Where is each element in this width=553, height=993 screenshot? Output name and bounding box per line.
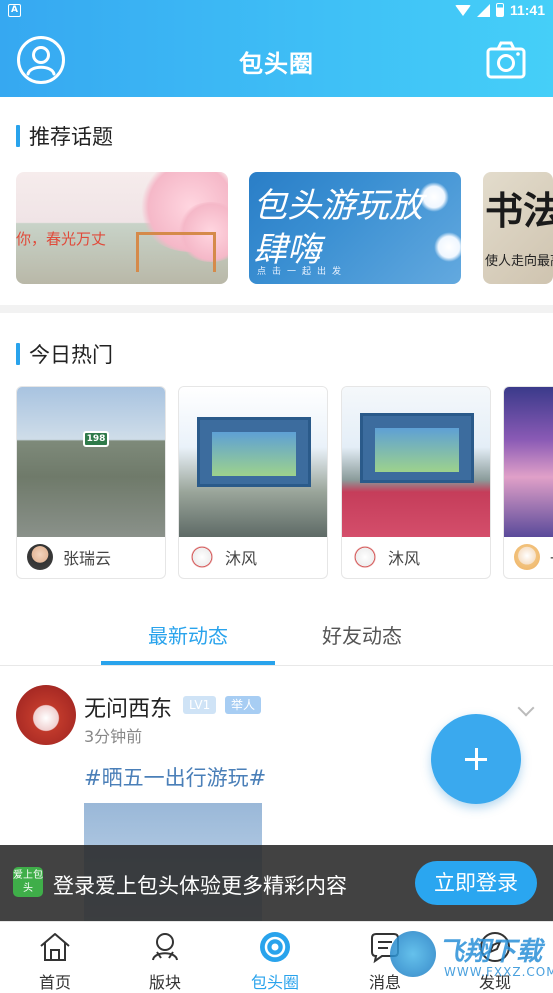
notification-icon: A xyxy=(8,4,21,17)
section-icon xyxy=(152,933,178,961)
post-time: 3分钟前 xyxy=(84,727,143,746)
status-time: 11:41 xyxy=(509,2,545,18)
topic-card-calligraphy[interactable]: 书法 使人走向最高 xyxy=(483,172,553,284)
app-logo: 爱上包头 xyxy=(13,867,43,897)
section-marker xyxy=(16,125,20,147)
page-title: 包头圈 xyxy=(239,50,314,78)
hot-card-user: 沐风 xyxy=(388,549,421,568)
post-author-name[interactable]: 无问西东 xyxy=(84,691,172,723)
circle-icon xyxy=(260,932,290,962)
topic-card-travel[interactable]: 包头游玩放肆嗨 点击一起出发 xyxy=(249,172,461,284)
playground-decoration xyxy=(136,232,216,272)
tab-friends[interactable]: 好友动态 xyxy=(275,620,449,649)
nav-label: 包头圈 xyxy=(250,973,299,992)
login-banner: 爱上包头 登录爱上包头体验更多精彩内容 立即登录 xyxy=(0,845,553,921)
battery-icon xyxy=(495,3,504,17)
level-badge: LV1 xyxy=(183,696,217,714)
signal-icon xyxy=(476,3,490,17)
topic-card-spring[interactable]: 你，春光万丈 xyxy=(16,172,228,284)
billboard-decoration xyxy=(197,417,311,487)
wifi-icon xyxy=(454,4,471,16)
hot-card-image xyxy=(342,387,490,537)
watermark-logo xyxy=(390,931,436,977)
nav-home[interactable]: 首页 xyxy=(0,922,110,993)
avatar xyxy=(352,544,378,570)
watermark-url: WWW.FXXZ.COM xyxy=(444,965,553,979)
avatar xyxy=(514,544,540,570)
chevron-down-icon[interactable] xyxy=(517,699,535,717)
billboard-decoration xyxy=(360,413,474,483)
nav-label: 版块 xyxy=(148,973,181,992)
post-topic-tag[interactable]: #晒五一出行游玩# xyxy=(84,762,266,792)
hot-section-title: 今日热门 xyxy=(16,339,113,369)
road-sign: 198 xyxy=(83,431,109,447)
hot-card[interactable]: 沐风 xyxy=(341,386,491,579)
topic-text: 包头游玩放肆嗨 xyxy=(253,186,423,270)
topic-text: 书法 xyxy=(485,188,553,233)
post-author-avatar[interactable] xyxy=(16,685,76,745)
tab-divider xyxy=(0,665,553,666)
topic-text: 你，春光万丈 xyxy=(16,230,107,248)
hot-card-image xyxy=(504,387,553,537)
topic-subtext: 使人走向最高 xyxy=(485,254,553,269)
nav-circle[interactable]: 包头圈 xyxy=(220,922,330,993)
avatar xyxy=(27,544,53,570)
tab-latest[interactable]: 最新动态 xyxy=(101,620,275,649)
login-button[interactable]: 立即登录 xyxy=(415,861,537,905)
hot-card[interactable]: 198 张瑞云 xyxy=(16,386,166,579)
hot-card-user: 张瑞云 xyxy=(63,549,112,568)
topic-subtext: 点击一起出发 xyxy=(257,267,348,277)
nav-sections[interactable]: 版块 xyxy=(110,922,220,993)
hot-card-image: 198 xyxy=(17,387,165,537)
avatar xyxy=(189,544,215,570)
role-badge: 举人 xyxy=(225,696,262,714)
top-bar: A 11:41 包头圈 xyxy=(0,0,553,97)
hot-card-image xyxy=(179,387,327,537)
nav-label: 首页 xyxy=(38,973,71,992)
section-marker xyxy=(16,343,20,365)
hot-card-user: 沐风 xyxy=(225,549,258,568)
login-message: 登录爱上包头体验更多精彩内容 xyxy=(53,874,347,898)
hot-title-text: 今日热门 xyxy=(29,343,113,367)
recommended-title-text: 推荐话题 xyxy=(29,125,113,149)
hot-card[interactable]: 一 xyxy=(503,386,553,579)
hot-card[interactable]: 沐风 xyxy=(178,386,328,579)
home-icon xyxy=(40,933,70,961)
watermark: 飞翔下载 WWW.FXXZ.COM xyxy=(390,925,553,985)
recommended-section-title: 推荐话题 xyxy=(16,121,113,151)
camera-icon xyxy=(486,41,526,79)
section-divider xyxy=(0,305,553,313)
add-post-button[interactable] xyxy=(431,714,521,804)
status-bar: A 11:41 xyxy=(0,0,553,24)
camera-button[interactable] xyxy=(486,40,526,80)
watermark-text: 飞翔下载 xyxy=(438,937,543,967)
